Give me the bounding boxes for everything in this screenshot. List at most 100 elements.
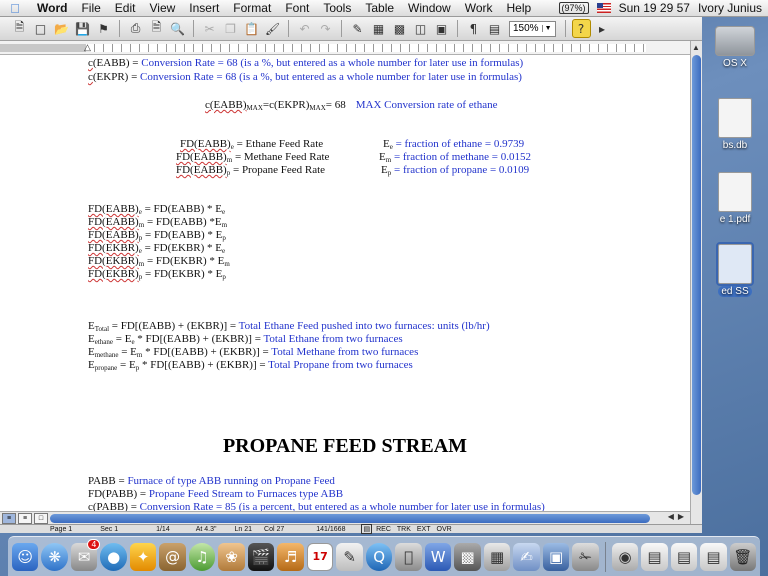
menu-view[interactable]: View: [142, 0, 182, 17]
scroll-arrows-icon[interactable]: ◀▶: [668, 512, 688, 521]
hard-drive-desktop-icon[interactable]: OS X: [700, 26, 768, 69]
menu-tools[interactable]: Tools: [316, 0, 358, 17]
menu-user[interactable]: Ivory Junius: [698, 1, 762, 15]
show-formatting-icon[interactable]: ¶: [464, 19, 483, 38]
preview-icon[interactable]: ✎: [336, 542, 363, 571]
insert-excel-icon[interactable]: ▩: [390, 19, 409, 38]
redo-icon[interactable]: ↷: [316, 19, 335, 38]
iphoto-icon[interactable]: ❀: [218, 542, 245, 571]
status-trk[interactable]: TRK: [397, 526, 411, 533]
vertical-scrollbar[interactable]: ▲: [690, 41, 702, 524]
doc-feed-propane: FD(EABB)p = Propane Feed Rate: [176, 164, 325, 180]
outline-view-button[interactable]: ≡: [18, 512, 32, 524]
minimized-window-icon[interactable]: ▤: [700, 542, 727, 571]
page-layout-view-button[interactable]: □: [34, 512, 48, 524]
mail-icon[interactable]: ✉ 4: [70, 538, 101, 571]
horizontal-scroll-thumb[interactable]: [50, 514, 650, 523]
text-eq: = FD(EKBR) * E: [142, 268, 223, 280]
imovie-icon[interactable]: 🎬: [247, 542, 275, 571]
zoom-select[interactable]: 150% ▼: [509, 20, 556, 37]
document-page[interactable]: c(EABB) = Conversion Rate = 68 (is a %, …: [0, 55, 690, 524]
copy-icon[interactable]: ❐: [221, 19, 240, 38]
menu-work[interactable]: Work: [458, 0, 500, 17]
status-ovr[interactable]: OVR: [437, 526, 452, 533]
ruler[interactable]: △: [0, 41, 690, 55]
selected-desktop-icon[interactable]: ed SS: [700, 242, 768, 297]
terminal-icon[interactable]: ▩: [454, 542, 481, 571]
open-icon[interactable]: 📂: [52, 19, 71, 38]
help-icon[interactable]: ?: [571, 19, 591, 38]
document-icon: [718, 98, 752, 138]
save-icon[interactable]: 💾: [73, 19, 92, 38]
minimized-window-icon[interactable]: ▤: [670, 542, 698, 571]
print-icon[interactable]: ⎙: [126, 19, 145, 38]
finder-icon[interactable]: ☺: [12, 542, 39, 571]
battery-status[interactable]: (97%): [558, 2, 589, 14]
text-eq2: * FD[(EABB) + (EKBR)] =: [139, 359, 269, 371]
indent-marker-icon[interactable]: △: [84, 42, 91, 53]
status-rec[interactable]: REC: [376, 526, 391, 533]
toolbar-overflow-icon[interactable]: ▸: [593, 19, 612, 38]
menu-file[interactable]: File: [74, 0, 107, 17]
menu-insert[interactable]: Insert: [182, 0, 226, 17]
vertical-scroll-thumb[interactable]: [692, 55, 701, 495]
text-desc: = Propane Feed Rate: [230, 164, 326, 176]
menu-help[interactable]: Help: [500, 0, 539, 17]
address-book-icon[interactable]: @: [159, 542, 186, 571]
sub: e: [222, 208, 226, 216]
garageband-icon[interactable]: ♬: [277, 542, 304, 571]
status-page: Page 1: [50, 525, 73, 533]
horizontal-scrollbar[interactable]: ≡ ≡ □ ◀▶: [0, 511, 690, 524]
menu-clock[interactable]: Sun 19 29 57: [619, 1, 690, 15]
flag-icon[interactable]: ⚑: [94, 19, 113, 38]
input-menu-flag-icon[interactable]: [596, 3, 611, 13]
aim-icon[interactable]: ✦: [129, 542, 157, 571]
insert-table-icon[interactable]: ▦: [369, 19, 388, 38]
menu-font[interactable]: Font: [278, 0, 316, 17]
print-preview-icon[interactable]: 🗎: [147, 19, 166, 38]
itunes-icon[interactable]: ♫: [188, 542, 216, 571]
trash-icon[interactable]: 🗑: [729, 542, 757, 571]
scroll-up-icon[interactable]: ▲: [692, 43, 700, 52]
menu-app[interactable]: Word: [30, 0, 74, 17]
database-desktop-icon[interactable]: bs.db: [700, 98, 768, 151]
menu-window[interactable]: Window: [401, 0, 458, 17]
cut-icon[interactable]: ✂: [200, 19, 219, 38]
drawing-icon[interactable]: ▣: [432, 19, 451, 38]
sherlock-icon[interactable]: ◉: [611, 542, 639, 571]
word-icon[interactable]: W: [424, 542, 452, 571]
columns-icon[interactable]: ◫: [411, 19, 430, 38]
new-blank-icon[interactable]: □: [31, 19, 50, 38]
status-ext[interactable]: EXT: [417, 526, 431, 533]
system-preferences-icon[interactable]: : [395, 542, 422, 571]
safari-icon[interactable]: ❋: [41, 542, 68, 571]
ichat-icon[interactable]: ●: [100, 542, 127, 571]
textedit-icon[interactable]: ✍: [513, 542, 540, 571]
normal-view-button[interactable]: ≡: [2, 512, 16, 524]
pdf-desktop-icon[interactable]: e 1.pdf: [700, 172, 768, 225]
undo-icon[interactable]: ↶: [295, 19, 314, 38]
text-box-icon[interactable]: ▤: [485, 19, 504, 38]
ical-icon[interactable]: 17: [306, 542, 334, 571]
paste-icon[interactable]: 📋: [242, 19, 261, 38]
grab-icon[interactable]: ✁: [572, 542, 599, 571]
tables-borders-icon[interactable]: ✎: [348, 19, 367, 38]
chevron-down-icon: ▼: [541, 25, 552, 32]
format-painter-icon[interactable]: 🖌: [263, 19, 282, 38]
calculator-icon[interactable]: ▦: [483, 542, 511, 571]
menu-format[interactable]: Format: [226, 0, 278, 17]
apple-menu-icon[interactable]: : [0, 1, 30, 16]
horizontal-scroll-track[interactable]: [50, 513, 660, 523]
status-col: Col 27: [264, 525, 285, 533]
text-e: E: [88, 333, 95, 345]
new-document-icon[interactable]: 🗎: [10, 19, 29, 38]
minimized-window-icon[interactable]: ▤: [641, 542, 668, 571]
menu-edit[interactable]: Edit: [108, 0, 143, 17]
doc-line-conv-ekpr: c(EKPR) = Conversion Rate = 68 (is a %, …: [88, 71, 522, 84]
text-eq2: * FD[(EABB) + (EKBR)] =: [134, 333, 264, 345]
book-icon[interactable]: ▤: [361, 524, 373, 534]
screenshot-icon[interactable]: ▣: [542, 542, 570, 571]
menu-table[interactable]: Table: [358, 0, 401, 17]
search-icon[interactable]: 🔍: [168, 19, 187, 38]
quicktime-icon[interactable]: Q: [365, 542, 393, 571]
